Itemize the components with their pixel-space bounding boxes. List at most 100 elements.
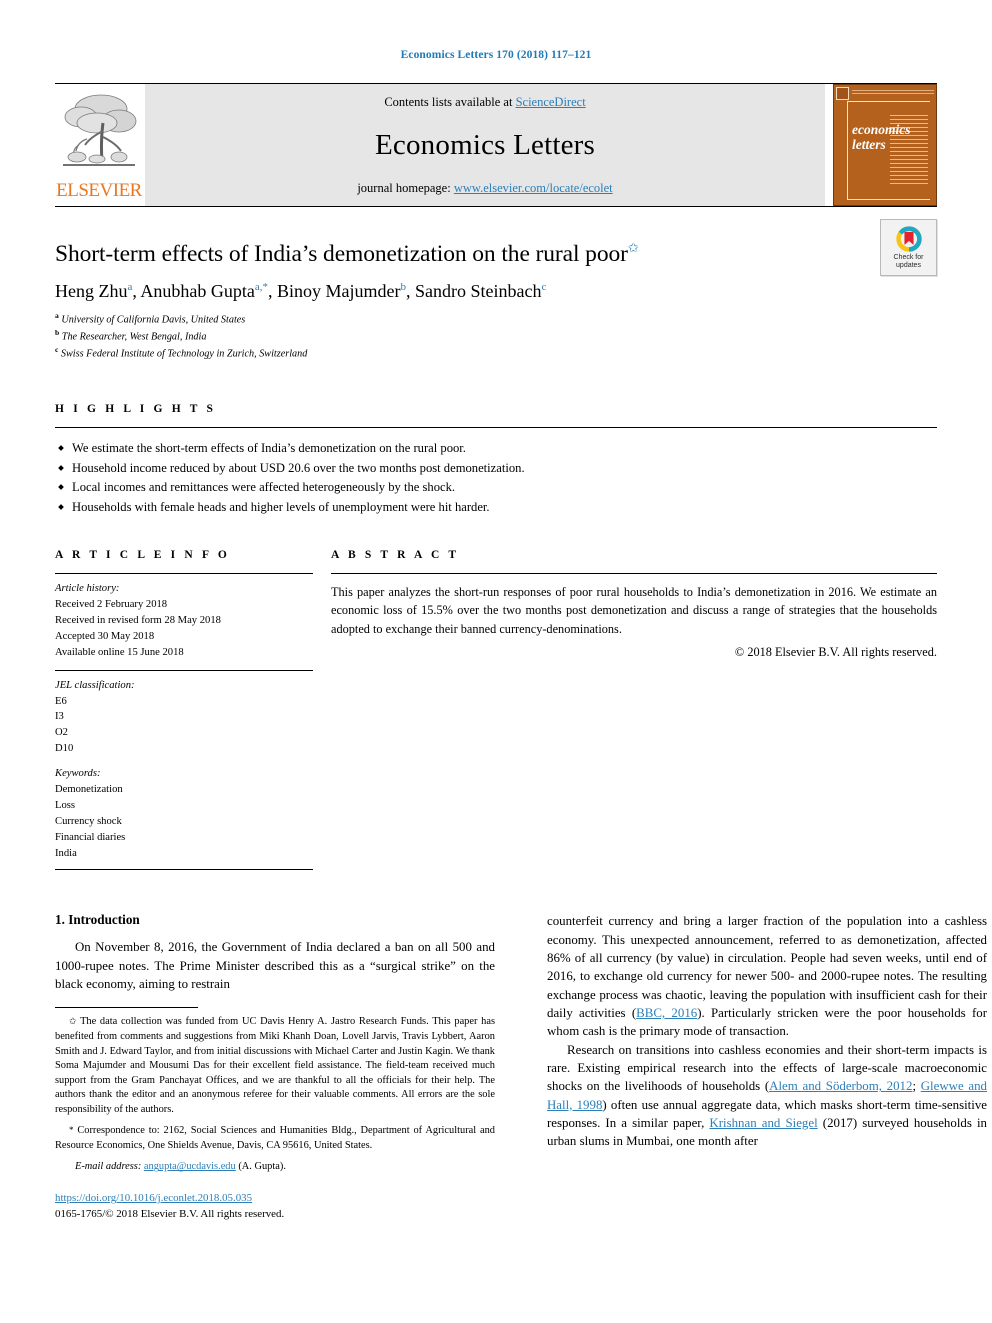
article-history-block: Article history: Received 2 February 201…: [55, 574, 313, 660]
citation-link[interactable]: Krishnan and Siegel: [709, 1116, 817, 1130]
affiliation-text: University of California Davis, United S…: [61, 314, 246, 326]
elsevier-tree-icon: [63, 94, 137, 166]
section-heading-introduction: 1. Introduction: [55, 912, 140, 928]
doi-link[interactable]: https://doi.org/10.1016/j.econlet.2018.0…: [55, 1192, 252, 1204]
running-head: Economics Letters 170 (2018) 117–121: [400, 49, 592, 61]
author-name[interactable]: Anubhab Gupta: [140, 281, 254, 301]
affiliation-item: c Swiss Federal Institute of Technology …: [55, 345, 937, 362]
homepage-line: journal homepage: www.elsevier.com/locat…: [357, 181, 612, 196]
jel-heading: JEL classification:: [55, 679, 135, 691]
abstract-copyright: © 2018 Elsevier B.V. All rights reserved…: [734, 644, 937, 659]
doi-block: https://doi.org/10.1016/j.econlet.2018.0…: [55, 1191, 495, 1222]
keyword-item: Demonetization: [55, 784, 123, 796]
author-affiliation-mark: c: [541, 280, 547, 293]
cover-title-line2: letters: [852, 136, 886, 152]
article-history-heading: Article history:: [55, 583, 120, 595]
jel-block: JEL classification: E6 I3 O2 D10 Keyword…: [55, 671, 313, 862]
cover-elsevier-mark-icon: [836, 86, 849, 100]
footnote-asterisk-marker: *: [69, 1125, 74, 1136]
article-info-bottom-divider: [55, 869, 313, 871]
email-label: E-mail address:: [75, 1161, 142, 1173]
abstract-section: A B S T R A C T This paper analyzes the …: [331, 549, 937, 870]
sciencedirect-link[interactable]: ScienceDirect: [516, 95, 586, 109]
abstract-heading: A B S T R A C T: [331, 549, 460, 562]
author-affiliation-mark: b: [400, 280, 407, 293]
article-history-item: Received in revised form 28 May 2018: [55, 615, 221, 627]
affiliation-item: a University of California Davis, United…: [55, 311, 937, 328]
article-info-section: A R T I C L E I N F O Article history: R…: [55, 549, 313, 871]
crossmark-label-line1: Check for: [893, 253, 924, 261]
author-affiliation-mark: a: [127, 280, 133, 293]
journal-homepage-link[interactable]: www.elsevier.com/locate/ecolet: [454, 181, 613, 195]
journal-cover-thumbnail: economics letters: [833, 84, 937, 206]
footnote-correspondence: * Correspondence to: 2162, Social Scienc…: [55, 1124, 495, 1153]
paragraph: Research on transitions into cashless ec…: [547, 1041, 987, 1151]
title-footnote-marker: ✩: [627, 240, 639, 255]
affiliation-text: Swiss Federal Institute of Technology in…: [60, 348, 308, 360]
author-list: Heng Zhua, Anubhab Guptaa,*, Binoy Majum…: [55, 280, 547, 301]
citation-link[interactable]: Alem and Söderbom, 2012: [769, 1079, 912, 1093]
crossmark-label-line2: updates: [896, 261, 921, 269]
list-item: Households with female heads and higher …: [55, 498, 937, 518]
paragraph: counterfeit currency and bring a larger …: [547, 912, 987, 1040]
list-item: Local incomes and remittances were affec…: [55, 478, 937, 498]
title-block: Check for updates Short-term effects of …: [55, 206, 937, 362]
highlights-heading: H I G H L I G H T S: [55, 402, 217, 415]
elsevier-wordmark: ELSEVIER: [56, 180, 142, 201]
footnote-divider: [55, 1007, 198, 1009]
footnote-star-marker: ✩: [69, 1016, 77, 1027]
contents-line: Contents lists available at ScienceDirec…: [384, 95, 585, 110]
affiliation-text: The Researcher, West Bengal, India: [61, 331, 207, 343]
article-history-item: Received 2 February 2018: [55, 599, 168, 611]
keyword-item: Currency shock: [55, 815, 122, 827]
abstract-text: This paper analyzes the short-run respon…: [331, 585, 937, 636]
body-columns: 1. Introduction On November 8, 2016, the…: [55, 912, 987, 1222]
author-name[interactable]: Binoy Majumder: [277, 281, 401, 301]
jel-code: D10: [55, 743, 74, 755]
info-abstract-row: A R T I C L E I N F O Article history: R…: [55, 549, 937, 871]
footnote-funding: ✩ The data collection was funded from UC…: [55, 1015, 495, 1117]
affiliation-mark: b: [55, 327, 60, 337]
citation-separator: ;: [912, 1079, 921, 1094]
journal-title: Economics Letters: [374, 129, 596, 161]
paragraph-text: counterfeit currency and bring a larger …: [547, 914, 987, 1021]
affiliation-mark: c: [55, 344, 59, 354]
jel-code: O2: [55, 727, 68, 739]
article-info-heading: A R T I C L E I N F O: [55, 549, 230, 562]
footnote-email: E-mail address: angupta@ucdavis.edu (A. …: [55, 1160, 495, 1175]
elsevier-logo: ELSEVIER: [55, 84, 143, 206]
cover-title: economics letters: [852, 122, 911, 152]
author-affiliation-mark: a,*: [254, 280, 269, 293]
paper-title-text: Short-term effects of India’s demonetiza…: [55, 240, 628, 267]
crossmark-icon: [895, 225, 922, 252]
crossmark-label: Check for updates: [894, 254, 924, 270]
cover-topbar-lines: [852, 90, 934, 96]
citation-link[interactable]: BBC, 2016: [636, 1006, 697, 1020]
journal-banner: ELSEVIER Contents lists available at Sci…: [55, 83, 937, 206]
article-history-item: Accepted 30 May 2018: [55, 630, 155, 642]
keyword-item: Financial diaries: [55, 831, 126, 843]
article-history-item: Available online 15 June 2018: [55, 646, 184, 658]
keyword-item: India: [55, 847, 77, 859]
list-item: We estimate the short-term effects of In…: [55, 439, 937, 459]
crossmark-badge[interactable]: Check for updates: [880, 219, 937, 276]
jel-code: I3: [55, 711, 64, 723]
list-item: Household income reduced by about USD 20…: [55, 459, 937, 479]
author-name[interactable]: Sandro Steinbach: [415, 281, 541, 301]
affiliation-mark: a: [55, 311, 59, 321]
jel-code: E6: [55, 695, 67, 707]
highlights-list: We estimate the short-term effects of In…: [55, 428, 937, 519]
paragraph: On November 8, 2016, the Government of I…: [55, 940, 495, 992]
email-link[interactable]: angupta@ucdavis.edu: [144, 1161, 236, 1172]
cover-title-line1: economics: [852, 122, 911, 137]
contents-prefix: Contents lists available at: [384, 95, 516, 109]
footnote-funding-text: The data collection was funded from UC D…: [55, 1016, 495, 1115]
body-column-left: 1. Introduction On November 8, 2016, the…: [55, 912, 495, 1222]
keywords-heading: Keywords:: [55, 768, 101, 780]
affiliation-item: b The Researcher, West Bengal, India: [55, 328, 937, 345]
issn-copyright-line: 0165-1765/© 2018 Elsevier B.V. All right…: [55, 1207, 285, 1220]
author-name[interactable]: Heng Zhu: [55, 281, 127, 301]
cover-topbar: [836, 86, 934, 100]
highlights-section: H I G H L I G H T S We estimate the shor…: [55, 403, 937, 519]
